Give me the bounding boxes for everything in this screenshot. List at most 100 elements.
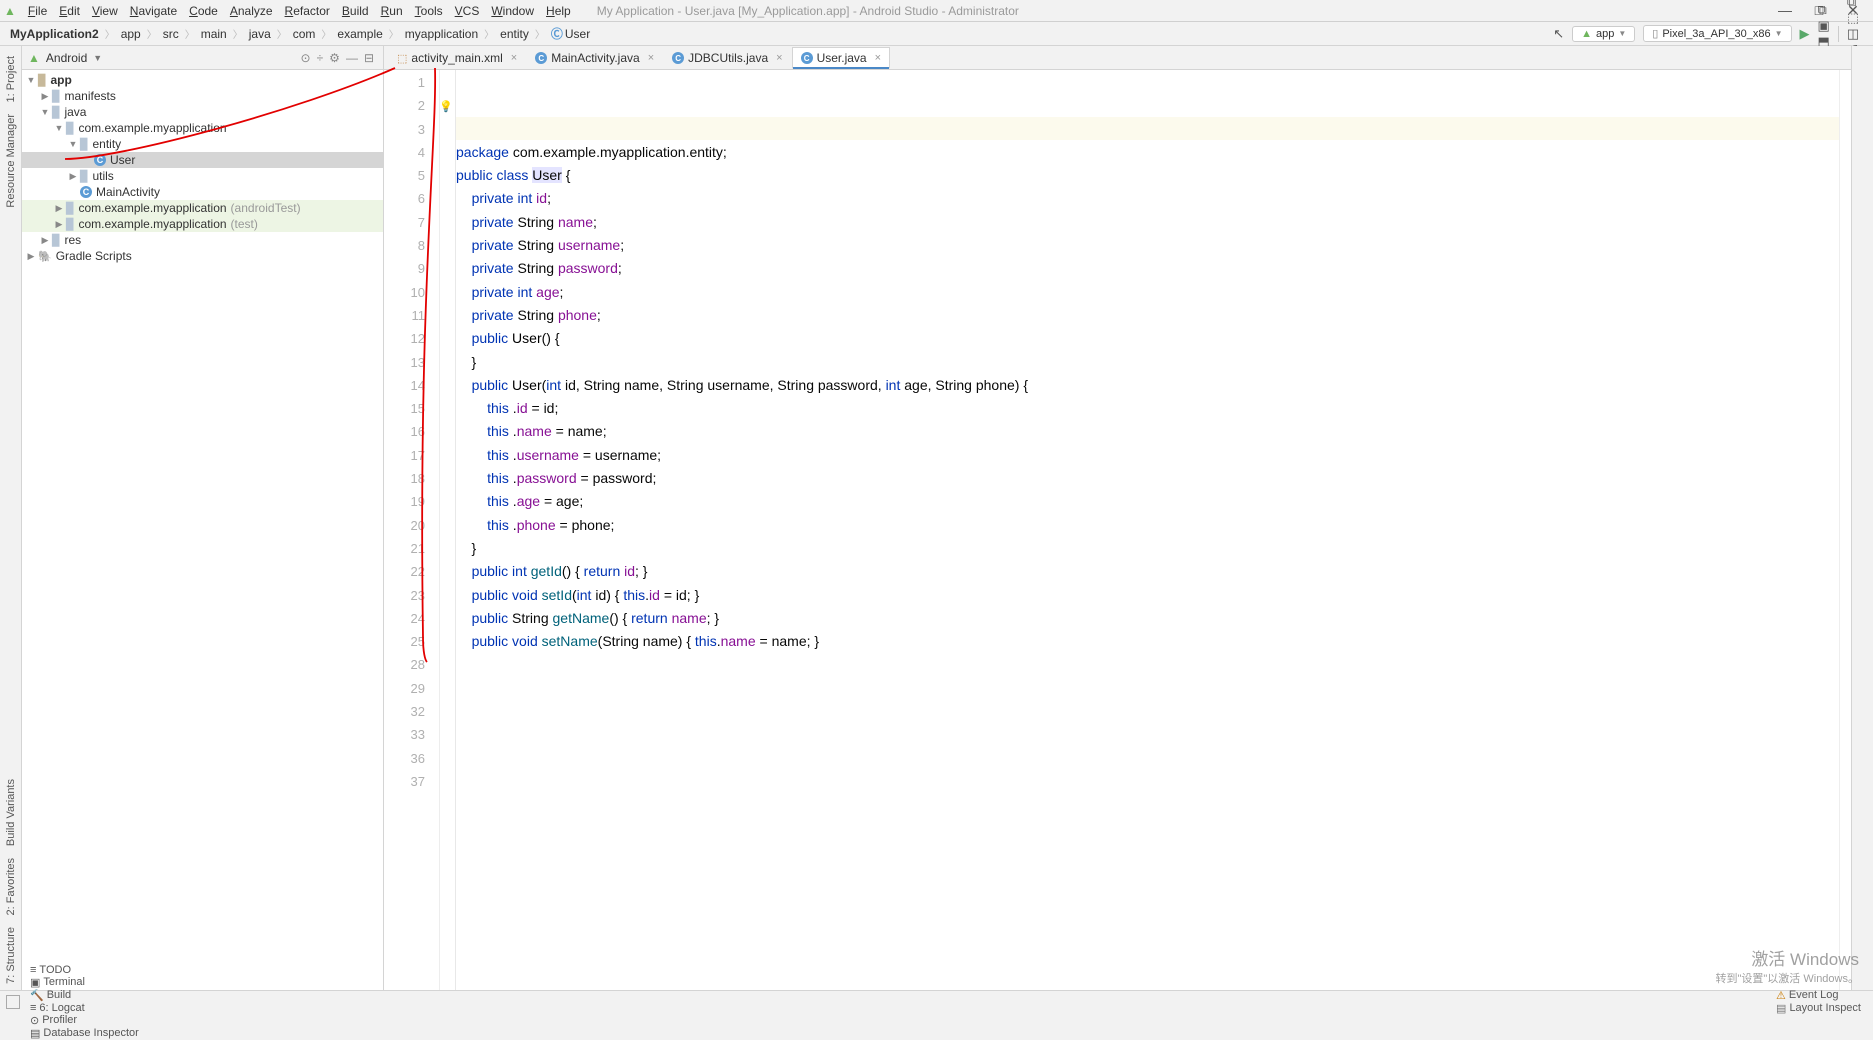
code-line[interactable]: public int getId() { return id; } <box>456 560 1839 583</box>
tree-row-com-example-myapplication[interactable]: ▼▉com.example.myapplication <box>22 120 383 136</box>
side-tab[interactable]: 7: Structure <box>5 921 17 990</box>
file-tab-jdbcutils-java[interactable]: CJDBCUtils.java× <box>663 47 791 69</box>
breadcrumb[interactable]: entity <box>496 27 533 41</box>
side-tab[interactable]: 2: Favorites <box>5 852 17 921</box>
side-tab[interactable]: Build Variants <box>5 773 17 852</box>
panel-tool-icon[interactable]: ÷ <box>314 51 327 65</box>
menu-edit[interactable]: Edit <box>53 2 86 20</box>
file-tab-mainactivity-java[interactable]: CMainActivity.java× <box>526 47 663 69</box>
device-dropdown[interactable]: ▯ Pixel_3a_API_30_x86 ▼ <box>1643 25 1791 42</box>
breadcrumb[interactable]: MyApplication2 <box>6 27 103 41</box>
tree-row-res[interactable]: ▶▉res <box>22 232 383 248</box>
toolbar-icon[interactable]: ⬚ <box>1843 10 1867 26</box>
menu-tools[interactable]: Tools <box>409 2 449 20</box>
code-line[interactable]: public String getName() { return name; } <box>456 607 1839 630</box>
twisty-icon[interactable]: ▼ <box>54 123 64 133</box>
menu-vcs[interactable]: VCS <box>449 2 486 20</box>
twisty-icon[interactable]: ▶ <box>26 251 36 262</box>
breadcrumb[interactable]: app <box>117 27 145 41</box>
panel-tool-icon[interactable]: ⚙ <box>326 51 343 65</box>
tree-row-com-example-myapplication[interactable]: ▶▉com.example.myapplication(androidTest) <box>22 200 383 216</box>
run-button[interactable]: ▶ <box>1796 26 1814 42</box>
code-line[interactable]: public class User { <box>456 164 1839 187</box>
panel-tool-icon[interactable]: ⊟ <box>361 51 377 65</box>
code-line[interactable]: this .password = password; <box>456 467 1839 490</box>
side-tab[interactable]: Resource Manager <box>5 108 17 214</box>
tree-row-mainactivity[interactable]: CMainActivity <box>22 184 383 200</box>
breadcrumb[interactable]: myapplication <box>401 27 482 41</box>
code-line[interactable]: private int id; <box>456 187 1839 210</box>
back-pointer-icon[interactable]: ↖ <box>1549 26 1568 42</box>
code-line[interactable]: private String password; <box>456 257 1839 280</box>
bottom-tab-layoutinspect[interactable]: ▤Layout Inspect <box>1770 1002 1867 1015</box>
project-view-label[interactable]: Android <box>46 51 87 65</box>
tree-row-manifests[interactable]: ▶▉manifests <box>22 88 383 104</box>
code-line[interactable]: this .age = age; <box>456 490 1839 513</box>
menu-help[interactable]: Help <box>540 2 577 20</box>
minimize-button[interactable]: — <box>1777 2 1793 19</box>
twisty-icon[interactable]: ▶ <box>40 235 50 246</box>
toolbar-icon[interactable]: ⧉ <box>1843 0 1867 10</box>
menu-window[interactable]: Window <box>485 2 540 20</box>
twisty-icon[interactable]: ▼ <box>68 139 78 149</box>
menu-code[interactable]: Code <box>183 2 224 20</box>
menu-refactor[interactable]: Refactor <box>279 2 336 20</box>
tree-row-app[interactable]: ▼▉app <box>22 72 383 88</box>
code-line[interactable]: private String phone; <box>456 304 1839 327</box>
twisty-icon[interactable]: ▼ <box>40 107 50 117</box>
fold-column[interactable] <box>440 70 456 990</box>
bottom-tab-profiler[interactable]: ⊙Profiler <box>24 1014 145 1027</box>
tree-row-user[interactable]: CUser <box>22 152 383 168</box>
code-line[interactable]: this .phone = phone; <box>456 514 1839 537</box>
tree-row-com-example-myapplication[interactable]: ▶▉com.example.myapplication(test) <box>22 216 383 232</box>
code-line[interactable]: private String username; <box>456 234 1839 257</box>
code-line[interactable]: package com.example.myapplication.entity… <box>456 141 1839 164</box>
code-line[interactable]: public void setId(int id) { this.id = id… <box>456 584 1839 607</box>
breadcrumb[interactable]: ⒸUser <box>547 27 594 41</box>
menu-run[interactable]: Run <box>375 2 409 20</box>
code-editor[interactable]: 💡 12345678910111213141516171819202122232… <box>384 70 1851 990</box>
file-tab-user-java[interactable]: CUser.java× <box>792 47 890 69</box>
file-tab-activity_main-xml[interactable]: ⬚activity_main.xml× <box>388 47 526 69</box>
breadcrumb[interactable]: java <box>245 27 275 41</box>
menu-file[interactable]: File <box>22 2 53 20</box>
toolbar-icon[interactable]: ◫ <box>1843 26 1867 42</box>
code-line[interactable]: this .username = username; <box>456 444 1839 467</box>
menu-view[interactable]: View <box>86 2 124 20</box>
tree-row-gradle scripts[interactable]: ▶🐘Gradle Scripts <box>22 248 383 264</box>
tree-row-java[interactable]: ▼▉java <box>22 104 383 120</box>
code-area[interactable]: package com.example.myapplication.entity… <box>456 70 1839 990</box>
menu-build[interactable]: Build <box>336 2 375 20</box>
tree-row-utils[interactable]: ▶▉utils <box>22 168 383 184</box>
bottom-tab-databaseinspector[interactable]: ▤Database Inspector <box>24 1027 145 1040</box>
breadcrumb[interactable]: main <box>197 27 231 41</box>
twisty-icon[interactable]: ▼ <box>26 75 36 85</box>
bottom-tab-todo[interactable]: ≡TODO <box>24 964 145 976</box>
close-tab-icon[interactable]: × <box>776 52 782 64</box>
code-line[interactable]: } <box>456 537 1839 560</box>
twisty-icon[interactable]: ▶ <box>68 171 78 182</box>
breadcrumb[interactable]: src <box>159 27 183 41</box>
code-line[interactable]: private String name; <box>456 211 1839 234</box>
panel-tool-icon[interactable]: ⊙ <box>298 51 314 65</box>
close-tab-icon[interactable]: × <box>648 52 654 64</box>
bottom-tab-eventlog[interactable]: ⚠Event Log <box>1770 989 1867 1002</box>
project-tree[interactable]: ▼▉app▶▉manifests▼▉java▼▉com.example.myap… <box>22 70 383 990</box>
status-icon[interactable] <box>6 995 20 1009</box>
code-line[interactable]: this .name = name; <box>456 420 1839 443</box>
code-line[interactable]: public User() { <box>456 327 1839 350</box>
menu-analyze[interactable]: Analyze <box>224 2 279 20</box>
toolbar-icon[interactable]: ▣ <box>1814 18 1834 34</box>
twisty-icon[interactable]: ▶ <box>54 203 64 214</box>
close-tab-icon[interactable]: × <box>875 52 881 64</box>
breadcrumb[interactable]: com <box>289 27 320 41</box>
code-line[interactable]: private int age; <box>456 281 1839 304</box>
menu-navigate[interactable]: Navigate <box>124 2 183 20</box>
code-line[interactable]: } <box>456 351 1839 374</box>
run-config-dropdown[interactable]: ▲ app ▼ <box>1572 26 1635 42</box>
code-line[interactable]: public void setName(String name) { this.… <box>456 630 1839 653</box>
close-tab-icon[interactable]: × <box>511 52 517 64</box>
code-line[interactable]: this .id = id; <box>456 397 1839 420</box>
toolbar-icon[interactable]: ⧉ <box>1814 2 1834 18</box>
code-line[interactable]: public User(int id, String name, String … <box>456 374 1839 397</box>
